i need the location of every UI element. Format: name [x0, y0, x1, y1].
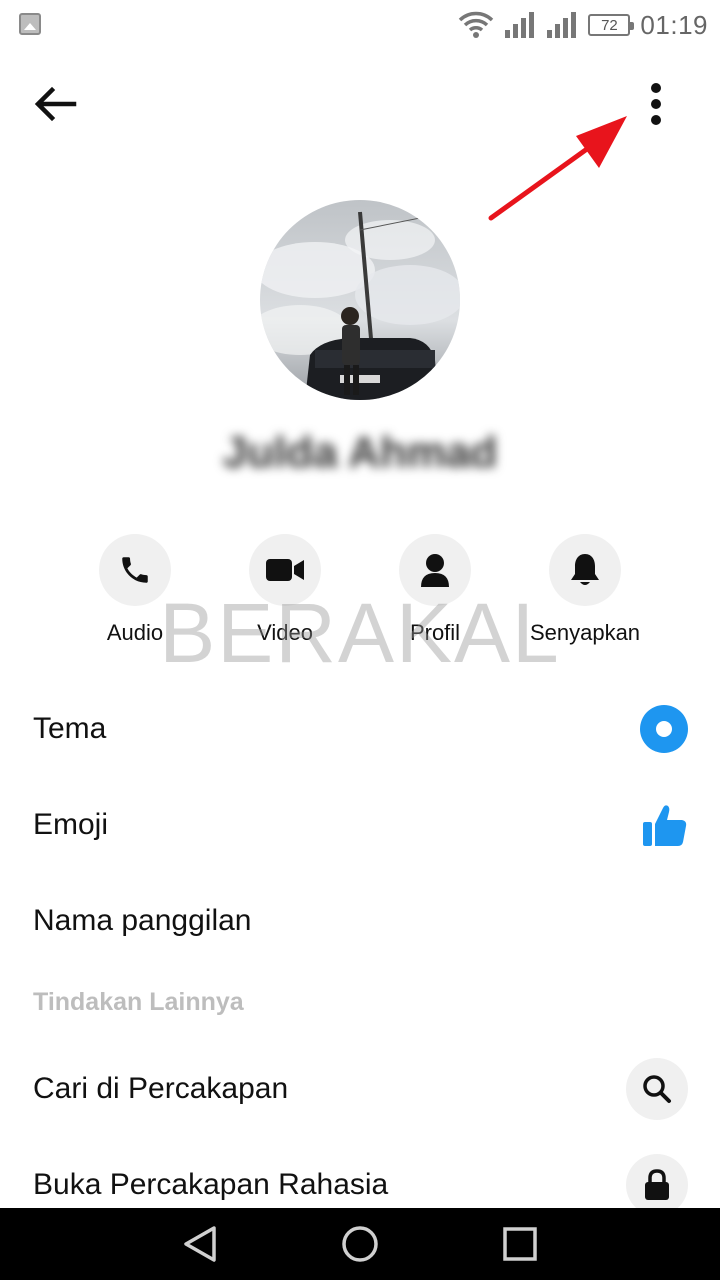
signal-icon-2: [547, 12, 577, 38]
emoji-label: Emoji: [33, 808, 109, 841]
more-options-button[interactable]: [636, 80, 676, 130]
emoji-row[interactable]: Emoji: [0, 780, 720, 870]
square-recents-icon: [503, 1227, 537, 1261]
theme-color-icon: [640, 705, 688, 753]
back-button[interactable]: [30, 80, 80, 130]
profile-label: Profil: [409, 620, 461, 645]
image-notification-icon: [19, 13, 41, 35]
search-conversation-label: Cari di Percakapan: [33, 1072, 289, 1105]
audio-label: Audio: [106, 620, 164, 645]
search-circle: [626, 1058, 688, 1120]
audio-call-button[interactable]: Audio: [60, 534, 210, 646]
mute-button[interactable]: Senyapkan: [510, 534, 660, 646]
theme-row[interactable]: Tema: [0, 684, 720, 774]
nav-recents-button[interactable]: [500, 1224, 540, 1264]
back-arrow-icon: [34, 86, 77, 122]
status-indicators: 72 01:19: [458, 8, 708, 42]
lock-circle: [626, 1154, 688, 1216]
audio-circle: [99, 534, 171, 606]
clock: 01:19: [640, 9, 708, 40]
search-icon: [626, 1058, 688, 1120]
thumbs-up-icon: [642, 802, 688, 848]
nav-back-button[interactable]: [180, 1224, 220, 1264]
lock-icon: [626, 1154, 688, 1216]
profile-button[interactable]: Profil: [360, 534, 510, 646]
theme-label: Tema: [33, 712, 107, 745]
wifi-icon: [459, 11, 494, 38]
video-circle: [249, 534, 321, 606]
navigation-bar: [0, 1208, 720, 1280]
mute-circle: [549, 534, 621, 606]
battery-icon: 72: [588, 14, 635, 36]
secret-conversation-label: Buka Percakapan Rahasia: [33, 1168, 389, 1201]
other-actions-header: Tindakan Lainnya: [33, 988, 244, 1016]
phone-icon: [122, 557, 148, 583]
profile-circle: [399, 534, 471, 606]
video-call-button[interactable]: Video: [210, 534, 360, 646]
bell-icon: [571, 554, 599, 585]
avatar[interactable]: [260, 200, 460, 400]
circle-home-icon: [342, 1226, 378, 1262]
nickname-label: Nama panggilan: [33, 904, 252, 937]
annotation-arrow-icon: [488, 116, 627, 221]
video-label: Video: [257, 620, 313, 645]
triangle-back-icon: [184, 1226, 216, 1262]
search-conversation-row[interactable]: Cari di Percakapan: [0, 1044, 720, 1134]
person-icon: [421, 554, 449, 587]
quick-actions: Audio Video Profil Senyapkan: [60, 534, 660, 654]
status-bar: 72 01:19: [0, 0, 720, 50]
avatar-photo: [260, 200, 460, 400]
nav-home-button[interactable]: [340, 1224, 380, 1264]
contact-name: Julda Ahmad: [222, 428, 498, 477]
signal-icon: [505, 12, 535, 38]
more-vertical-icon: [651, 83, 661, 125]
mute-label: Senyapkan: [529, 620, 641, 645]
nickname-row[interactable]: Nama panggilan: [0, 876, 720, 966]
battery-level: 72: [601, 16, 618, 34]
video-icon: [266, 559, 304, 581]
